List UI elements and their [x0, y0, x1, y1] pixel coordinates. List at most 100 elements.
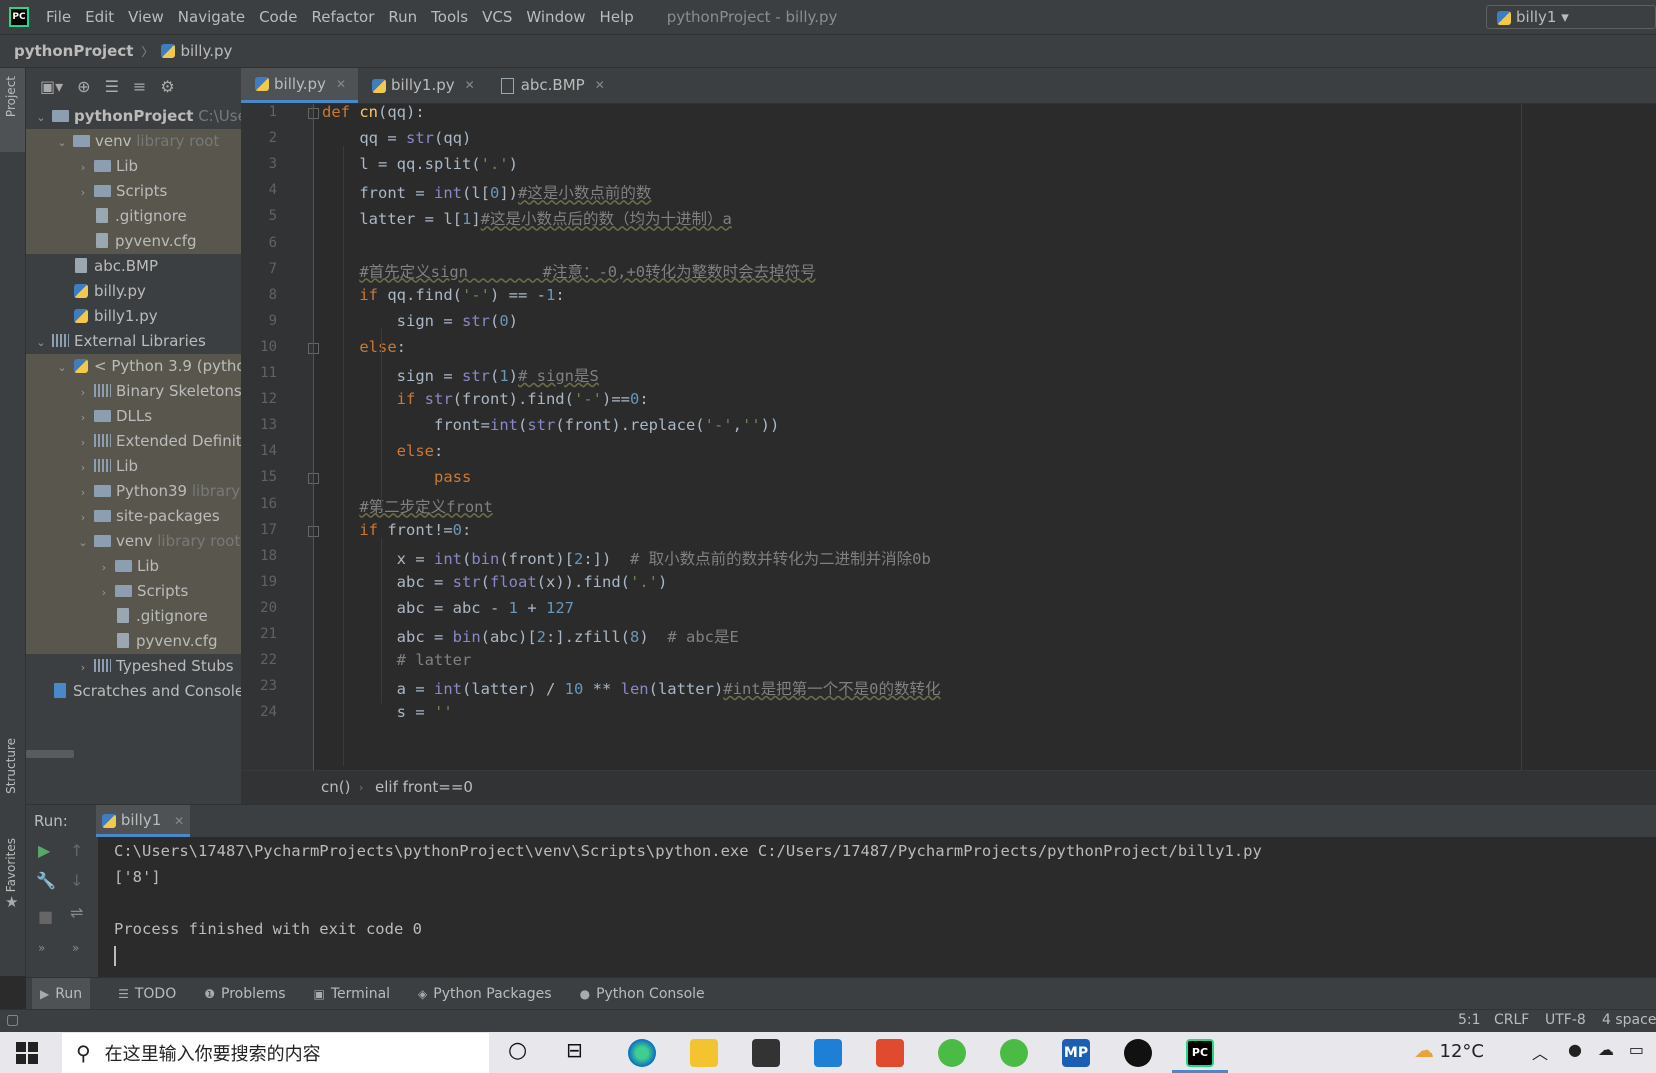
tree-row[interactable]: billy.py: [26, 279, 241, 304]
menu-refactor[interactable]: Refactor: [304, 0, 381, 34]
crumb-function[interactable]: cn(): [321, 771, 350, 804]
chevron-right-icon[interactable]: ›: [97, 580, 111, 605]
breadcrumb-project[interactable]: pythonProject: [14, 42, 133, 60]
mail-icon[interactable]: [814, 1039, 842, 1067]
chevron-right-icon[interactable]: ›: [76, 455, 90, 480]
tree-row[interactable]: billy1.py: [26, 304, 241, 329]
chevron-down-icon[interactable]: ⌄: [55, 130, 69, 155]
close-icon[interactable]: ✕: [465, 68, 475, 103]
ie-browser-icon[interactable]: [938, 1039, 966, 1067]
caret-position[interactable]: 5:1: [1458, 1012, 1481, 1028]
close-icon[interactable]: ✕: [336, 67, 346, 102]
chevron-down-icon[interactable]: ⌄: [55, 355, 69, 380]
tab-billy-py[interactable]: billy.py ✕: [241, 68, 358, 103]
temperature[interactable]: 12°C: [1440, 1041, 1484, 1062]
indent-setting[interactable]: 4 spaces: [1602, 1012, 1656, 1028]
file-explorer-icon[interactable]: [690, 1039, 718, 1067]
chevron-right-icon[interactable]: ›: [76, 380, 90, 405]
tab-abc-bmp[interactable]: abc.BMP ✕: [487, 68, 617, 103]
chevron-right-icon[interactable]: ›: [76, 430, 90, 455]
menu-vcs[interactable]: VCS: [475, 0, 519, 34]
tray-chevron-icon[interactable]: ︿: [1532, 1040, 1548, 1064]
tab-billy1-py[interactable]: billy1.py ✕: [358, 68, 487, 103]
code-editor[interactable]: def cn(qq): qq = str(qq) l = qq.split('.…: [322, 104, 1522, 770]
tree-row[interactable]: .gitignore: [26, 204, 241, 229]
tree-row[interactable]: › Lib: [26, 154, 241, 179]
down-arrow-icon[interactable]: ↓: [70, 871, 83, 890]
network-icon[interactable]: ▭: [1629, 1040, 1644, 1059]
tree-row[interactable]: ⌄ venv library root: [26, 129, 241, 154]
tree-row[interactable]: › DLLs: [26, 404, 241, 429]
menu-view[interactable]: View: [121, 0, 171, 34]
tool-tab-run[interactable]: ▶ Run: [32, 978, 91, 1009]
console-output[interactable]: C:\Users\17487\PycharmProjects\pythonPro…: [98, 837, 1656, 977]
taskbar-search-box[interactable]: ⚲ 在这里输入你要搜索的内容: [62, 1033, 489, 1073]
tool-tab-todo[interactable]: ☰ TODO: [118, 986, 176, 1002]
edge-browser-icon[interactable]: [628, 1039, 656, 1067]
close-icon[interactable]: ✕: [174, 814, 184, 828]
chevron-right-icon[interactable]: ›: [76, 155, 90, 180]
chevron-right-icon[interactable]: ›: [76, 505, 90, 530]
gear-icon[interactable]: ⚙: [160, 77, 174, 96]
onedrive-icon[interactable]: ☁: [1598, 1040, 1614, 1059]
view-mode-icon[interactable]: ▣▾: [40, 77, 63, 96]
tool-tab-terminal[interactable]: ▣ Terminal: [314, 986, 391, 1002]
menu-edit[interactable]: Edit: [78, 0, 121, 34]
wrench-icon[interactable]: 🔧: [36, 871, 56, 890]
file-encoding[interactable]: UTF-8: [1545, 1012, 1586, 1028]
menu-file[interactable]: File: [39, 0, 78, 34]
structure-tool-label[interactable]: Structure: [4, 738, 18, 794]
tree-row[interactable]: ⌄ venv library root: [26, 529, 241, 554]
pycharm-taskbar-icon[interactable]: PC: [1186, 1039, 1214, 1067]
tree-row[interactable]: ⌄ < Python 3.9 (pytho: [26, 354, 241, 379]
stop-icon[interactable]: ■: [38, 907, 53, 926]
tree-row[interactable]: › Lib: [26, 554, 241, 579]
tool-tab-python-packages[interactable]: ◈ Python Packages: [418, 986, 552, 1002]
menu-window[interactable]: Window: [519, 0, 592, 34]
wechat-icon[interactable]: [1000, 1039, 1028, 1067]
mp-app-icon[interactable]: MP: [1062, 1039, 1090, 1067]
tree-row[interactable]: pyvenv.cfg: [26, 629, 241, 654]
tree-row[interactable]: › Extended Definitions: [26, 429, 241, 454]
tree-row[interactable]: › Binary Skeletons: [26, 379, 241, 404]
tree-row[interactable]: › site-packages: [26, 504, 241, 529]
tree-row[interactable]: › Typeshed Stubs: [26, 654, 241, 679]
horizontal-scrollbar[interactable]: [26, 750, 74, 758]
tree-row[interactable]: › Python39 library: [26, 479, 241, 504]
expand-all-icon[interactable]: ☰: [105, 77, 119, 96]
chevron-right-icon[interactable]: ›: [97, 555, 111, 580]
tree-row[interactable]: ⌄ pythonProject C:\Users: [26, 104, 241, 129]
up-arrow-icon[interactable]: ↑: [70, 841, 83, 860]
task-view-icon[interactable]: ⊟: [566, 1038, 583, 1062]
crumb-branch[interactable]: elif front==0: [375, 771, 473, 804]
windows-start-icon[interactable]: [16, 1042, 38, 1064]
menu-code[interactable]: Code: [252, 0, 304, 34]
chevron-down-icon[interactable]: ⌄: [34, 330, 48, 355]
chevron-down-icon[interactable]: ⌄: [34, 105, 48, 130]
menu-tools[interactable]: Tools: [424, 0, 475, 34]
tree-row[interactable]: › Lib: [26, 454, 241, 479]
tool-tab-problems[interactable]: ❶ Problems: [204, 986, 285, 1002]
tree-row[interactable]: › Scripts: [26, 179, 241, 204]
tool-tab-python-console[interactable]: ● Python Console: [580, 986, 705, 1002]
cortana-icon[interactable]: ○: [508, 1038, 527, 1063]
line-separator[interactable]: CRLF: [1494, 1012, 1529, 1028]
tree-row[interactable]: abc.BMP: [26, 254, 241, 279]
weather-icon[interactable]: ☁: [1414, 1038, 1434, 1062]
tree-row[interactable]: › Scripts: [26, 579, 241, 604]
chevron-right-icon[interactable]: ›: [76, 180, 90, 205]
tree-row[interactable]: ⌄ External Libraries: [26, 329, 241, 354]
soft-wrap-icon[interactable]: ⇌: [70, 903, 83, 922]
run-config-selector[interactable]: billy1 ▾: [1486, 5, 1656, 29]
breadcrumb-file[interactable]: billy.py: [180, 42, 232, 60]
chevron-right-icon[interactable]: ›: [76, 480, 90, 505]
chevron-right-icon[interactable]: ›: [76, 405, 90, 430]
chevron-down-icon[interactable]: ⌄: [76, 530, 90, 555]
qq-icon[interactable]: [1124, 1039, 1152, 1067]
favorites-tool-label[interactable]: Favorites: [4, 838, 18, 892]
tree-row[interactable]: .gitignore: [26, 604, 241, 629]
more-icon-2[interactable]: »: [72, 941, 79, 955]
close-icon[interactable]: ✕: [595, 68, 605, 103]
locate-icon[interactable]: ⊕: [77, 77, 90, 96]
menu-help[interactable]: Help: [593, 0, 641, 34]
